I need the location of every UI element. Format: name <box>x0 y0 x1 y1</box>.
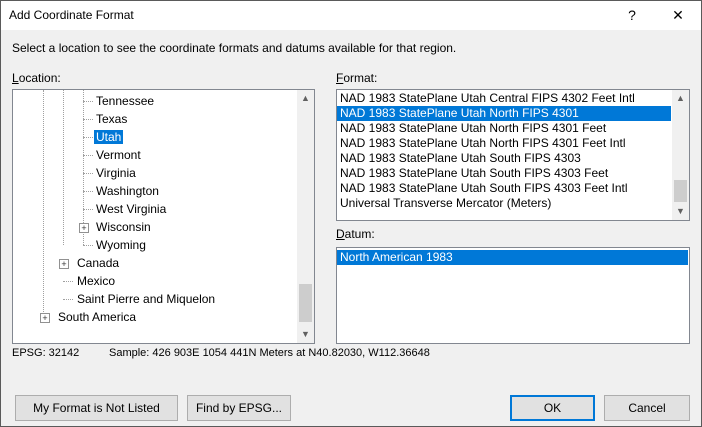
title-bar: Add Coordinate Format ? ✕ <box>1 1 701 30</box>
tree-item-tennessee[interactable]: Tennessee <box>96 92 154 110</box>
tree-item-saint-pierre[interactable]: Saint Pierre and Miquelon <box>77 290 215 308</box>
expand-south-america-icon[interactable]: + <box>40 313 50 323</box>
tree-item-virginia[interactable]: Virginia <box>96 164 136 182</box>
help-button[interactable]: ? <box>609 1 655 30</box>
location-label: Location: <box>12 71 61 85</box>
format-item[interactable]: Universal Transverse Mercator (Meters) <box>337 196 674 211</box>
location-scrollbar[interactable]: ▲ ▼ <box>297 90 314 343</box>
tree-item-wisconsin[interactable]: Wisconsin <box>96 218 151 236</box>
sample-coordinates: Sample: 426 903E 1054 441N Meters at N40… <box>109 347 430 359</box>
format-label: Format: <box>336 71 378 85</box>
format-scrollbar[interactable]: ▲ ▼ <box>672 90 689 220</box>
cancel-button[interactable]: Cancel <box>604 395 690 421</box>
tree-line <box>63 90 64 245</box>
tree-item-wyoming[interactable]: Wyoming <box>96 236 146 254</box>
close-button[interactable]: ✕ <box>655 1 701 30</box>
tree-item-canada[interactable]: Canada <box>77 254 119 272</box>
expand-wisconsin-icon[interactable]: + <box>79 223 89 233</box>
format-item[interactable]: NAD 1983 StatePlane Utah Central FIPS 43… <box>337 91 674 106</box>
format-item[interactable]: NAD 1983 StatePlane Utah South FIPS 4303… <box>337 166 674 181</box>
find-by-epsg-button[interactable]: Find by EPSG... <box>187 395 291 421</box>
tree-line <box>43 90 44 318</box>
tree-item-mexico[interactable]: Mexico <box>77 272 115 290</box>
format-item[interactable]: NAD 1983 StatePlane Utah North FIPS 4301… <box>337 121 674 136</box>
tree-line <box>83 90 84 245</box>
window-title: Add Coordinate Format <box>9 8 134 22</box>
tree-item-south-america[interactable]: South America <box>58 308 136 326</box>
scroll-down-icon[interactable]: ▼ <box>672 203 689 220</box>
format-list[interactable]: NAD 1983 StatePlane Utah Central FIPS 43… <box>336 89 690 221</box>
datum-label: Datum: <box>336 227 375 241</box>
scroll-thumb[interactable] <box>674 180 687 202</box>
format-item-selected[interactable]: NAD 1983 StatePlane Utah North FIPS 4301 <box>337 106 671 121</box>
scroll-down-icon[interactable]: ▼ <box>297 326 314 343</box>
ok-button[interactable]: OK <box>510 395 595 421</box>
scroll-up-icon[interactable]: ▲ <box>297 90 314 107</box>
format-not-listed-button[interactable]: My Format is Not Listed <box>15 395 178 421</box>
format-item[interactable]: NAD 1983 StatePlane Utah North FIPS 4301… <box>337 136 674 151</box>
instruction-text: Select a location to see the coordinate … <box>12 41 457 55</box>
tree-item-utah[interactable]: Utah <box>94 128 124 146</box>
tree-item-vermont[interactable]: Vermont <box>96 146 141 164</box>
datum-list[interactable]: North American 1983 <box>336 247 690 344</box>
dialog-window: Add Coordinate Format ? ✕ Select a locat… <box>0 0 702 427</box>
datum-item-selected[interactable]: North American 1983 <box>337 250 688 265</box>
expand-canada-icon[interactable]: + <box>59 259 69 269</box>
format-item[interactable]: NAD 1983 StatePlane Utah South FIPS 4303 <box>337 151 674 166</box>
tree-item-washington[interactable]: Washington <box>96 182 159 200</box>
tree-item-texas[interactable]: Texas <box>96 110 127 128</box>
location-tree[interactable]: Tennessee Texas Utah Vermont Virginia Wa… <box>12 89 315 344</box>
scroll-up-icon[interactable]: ▲ <box>672 90 689 107</box>
scroll-thumb[interactable] <box>299 284 312 322</box>
epsg-code: EPSG: 32142 <box>12 347 80 359</box>
tree-item-west-virginia[interactable]: West Virginia <box>96 200 166 218</box>
format-item[interactable]: NAD 1983 StatePlane Utah South FIPS 4303… <box>337 181 674 196</box>
